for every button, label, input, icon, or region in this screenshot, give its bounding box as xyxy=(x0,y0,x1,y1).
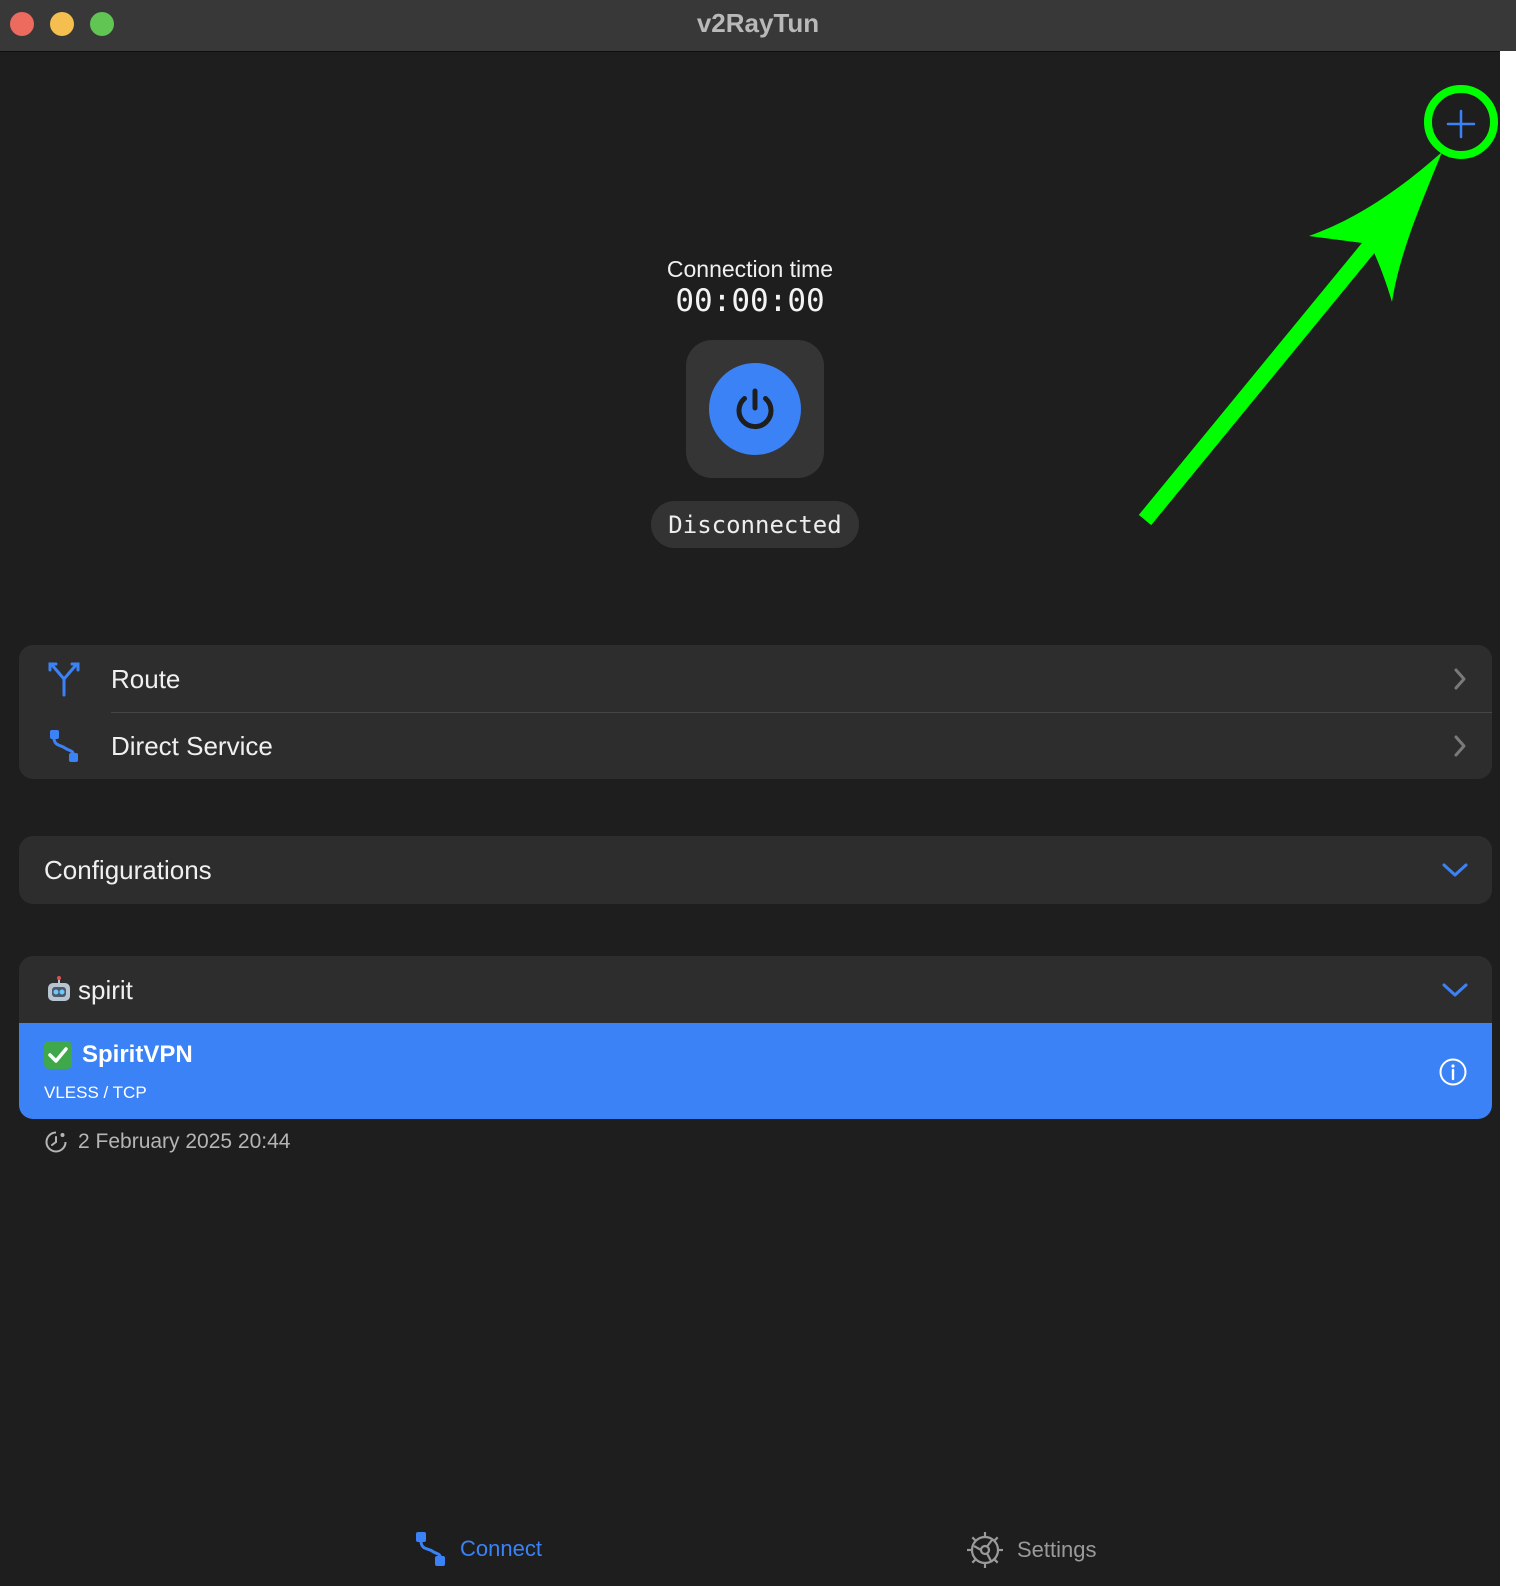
connect-icon xyxy=(416,1532,445,1566)
check-mark-emoji-icon xyxy=(44,1041,72,1069)
tab-settings[interactable]: Settings xyxy=(965,1530,1097,1570)
chevron-right-icon xyxy=(1454,668,1466,690)
tab-connect-label: Connect xyxy=(460,1536,542,1561)
config-item-name: SpiritVPN xyxy=(82,1041,193,1068)
robot-emoji-icon xyxy=(48,976,70,1001)
last-updated: 2 February 2025 20:44 xyxy=(44,1130,290,1154)
chevron-down-icon xyxy=(1442,863,1468,877)
route-row[interactable]: Route xyxy=(19,645,1492,713)
gear-icon xyxy=(967,1532,1003,1568)
group-title: spirit xyxy=(44,975,133,1006)
config-item-title: SpiritVPN xyxy=(44,1041,193,1069)
config-item-selected[interactable]: SpiritVPN VLESS / TCP xyxy=(19,1023,1492,1119)
group-header: spirit xyxy=(19,956,1492,1024)
connection-time-value: 00:00:00 xyxy=(675,283,825,319)
direct-path-icon xyxy=(50,730,78,762)
config-item-protocol: VLESS / TCP xyxy=(44,1083,147,1102)
route-split-icon xyxy=(48,662,80,697)
configurations-section[interactable]: Configurations xyxy=(19,836,1492,904)
clock-icon xyxy=(45,1131,67,1153)
connection-status-badge: Disconnected xyxy=(651,501,859,548)
power-circle xyxy=(709,363,801,455)
configurations-header: Configurations xyxy=(19,836,1492,904)
last-updated-date: 2 February 2025 20:44 xyxy=(78,1130,291,1153)
tab-settings-label: Settings xyxy=(1017,1537,1097,1562)
tab-connect[interactable]: Connect xyxy=(414,1530,542,1568)
route-label: Route xyxy=(111,663,181,694)
direct-service-row[interactable]: Direct Service xyxy=(19,712,1492,780)
connection-time-label: Connection time xyxy=(666,256,834,282)
chevron-down-icon xyxy=(1442,983,1468,997)
routing-card: Route Direct Service xyxy=(19,645,1492,779)
configurations-label: Configurations xyxy=(44,854,212,885)
info-icon[interactable] xyxy=(1438,1057,1468,1087)
direct-service-label: Direct Service xyxy=(111,730,273,761)
power-button[interactable] xyxy=(686,340,824,478)
group-name: spirit xyxy=(78,974,133,1005)
power-icon xyxy=(736,388,774,430)
chevron-right-icon xyxy=(1454,735,1466,757)
window-edge xyxy=(1500,51,1516,1586)
